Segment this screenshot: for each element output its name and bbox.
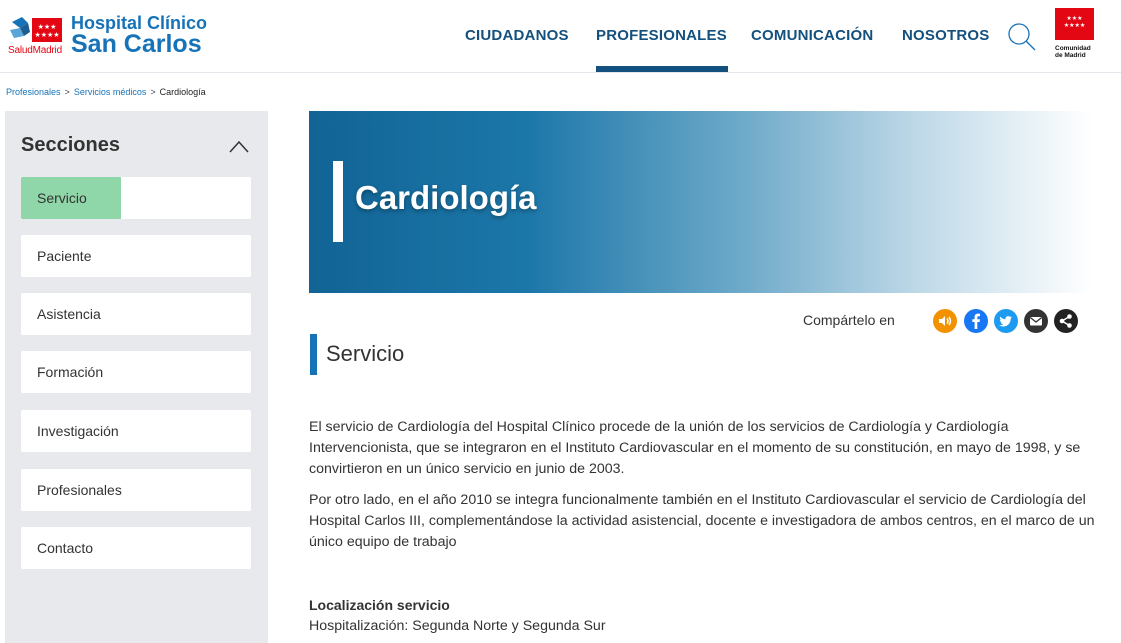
nav-profesionales[interactable]: PROFESIONALES (596, 27, 727, 44)
breadcrumb-separator: > (64, 87, 70, 97)
sidebar-item-investigacion[interactable]: Investigación (21, 410, 251, 452)
nav-ciudadanos[interactable]: CIUDADANOS (465, 27, 569, 44)
share-label: Compártelo en (803, 312, 895, 328)
sidebar-item-asistencia[interactable]: Asistencia (21, 293, 251, 335)
sidebar-item-label: Profesionales (37, 482, 122, 498)
sidebar-item-paciente[interactable]: Paciente (21, 235, 251, 277)
chevron-up-icon[interactable] (229, 139, 249, 153)
comunidad-madrid-logo[interactable]: ★★★ ★★★★ Comunidad de Madrid (1055, 8, 1095, 66)
sidebar-item-contacto[interactable]: Contacto (21, 527, 251, 569)
hero-banner: Cardiología (309, 111, 1092, 293)
page-title: Cardiología (355, 179, 537, 216)
nav-active-indicator (596, 66, 728, 72)
sidebar-item-label: Asistencia (37, 306, 101, 322)
sidebar-item-label: Contacto (37, 540, 94, 556)
region-logo-text: Comunidad de Madrid (1055, 45, 1091, 59)
svg-text:★★★: ★★★ (1066, 15, 1082, 22)
logo-subtitle: SaludMadrid (8, 45, 62, 56)
svg-text:★★★★: ★★★★ (34, 31, 59, 39)
sections-sidebar: Secciones Servicio Paciente Asistencia F… (5, 111, 268, 643)
sidebar-item-label: Investigación (37, 423, 119, 439)
sidebar-item-label: Servicio (37, 190, 87, 206)
nav-nosotros[interactable]: NOSOTROS (902, 27, 989, 44)
breadcrumb-profesionales[interactable]: Profesionales (6, 87, 61, 97)
section-accent-bar (310, 334, 317, 375)
site-header: ★★★ ★★★★ SaludMadrid Hospital Clínico Sa… (0, 0, 1121, 73)
svg-text:★★★★: ★★★★ (1064, 22, 1086, 29)
listen-icon[interactable] (933, 309, 957, 333)
content-paragraph: El servicio de Cardiología del Hospital … (309, 419, 1081, 477)
logo-title-line2: San Carlos (71, 30, 202, 58)
sidebar-item-servicio[interactable]: Servicio (21, 177, 251, 219)
facebook-icon[interactable] (964, 309, 988, 333)
location-text: Hospitalización: Segunda Norte y Segunda… (309, 618, 606, 634)
madrid-flag-icon: ★★★ ★★★★ (1055, 8, 1094, 40)
hospital-logo[interactable]: ★★★ ★★★★ SaludMadrid Hospital Clínico Sa… (8, 12, 218, 58)
sidebar-item-label: Paciente (37, 248, 92, 264)
search-icon[interactable] (1007, 22, 1037, 52)
breadcrumb-current: Cardiología (159, 87, 206, 97)
svg-text:★★★: ★★★ (38, 23, 57, 31)
location-heading: Localización servicio (309, 597, 450, 613)
hero-accent-bar (333, 161, 343, 242)
breadcrumb-servicios-medicos[interactable]: Servicios médicos (74, 87, 147, 97)
sidebar-item-profesionales[interactable]: Profesionales (21, 469, 251, 511)
sidebar-title: Secciones (21, 134, 120, 156)
section-title: Servicio (326, 341, 405, 366)
share-icon[interactable] (1054, 309, 1078, 333)
nav-comunicacion[interactable]: COMUNICACIÓN (751, 27, 873, 44)
sidebar-item-label: Formación (37, 364, 104, 380)
content-paragraph: Por otro lado, en el año 2010 se integra… (309, 492, 1095, 550)
sidebar-item-formacion[interactable]: Formación (21, 351, 251, 393)
breadcrumb-separator: > (150, 87, 156, 97)
email-icon[interactable] (1024, 309, 1048, 333)
breadcrumb: Profesionales > Servicios médicos > Cardiolo… (6, 87, 206, 97)
twitter-icon[interactable] (994, 309, 1018, 333)
